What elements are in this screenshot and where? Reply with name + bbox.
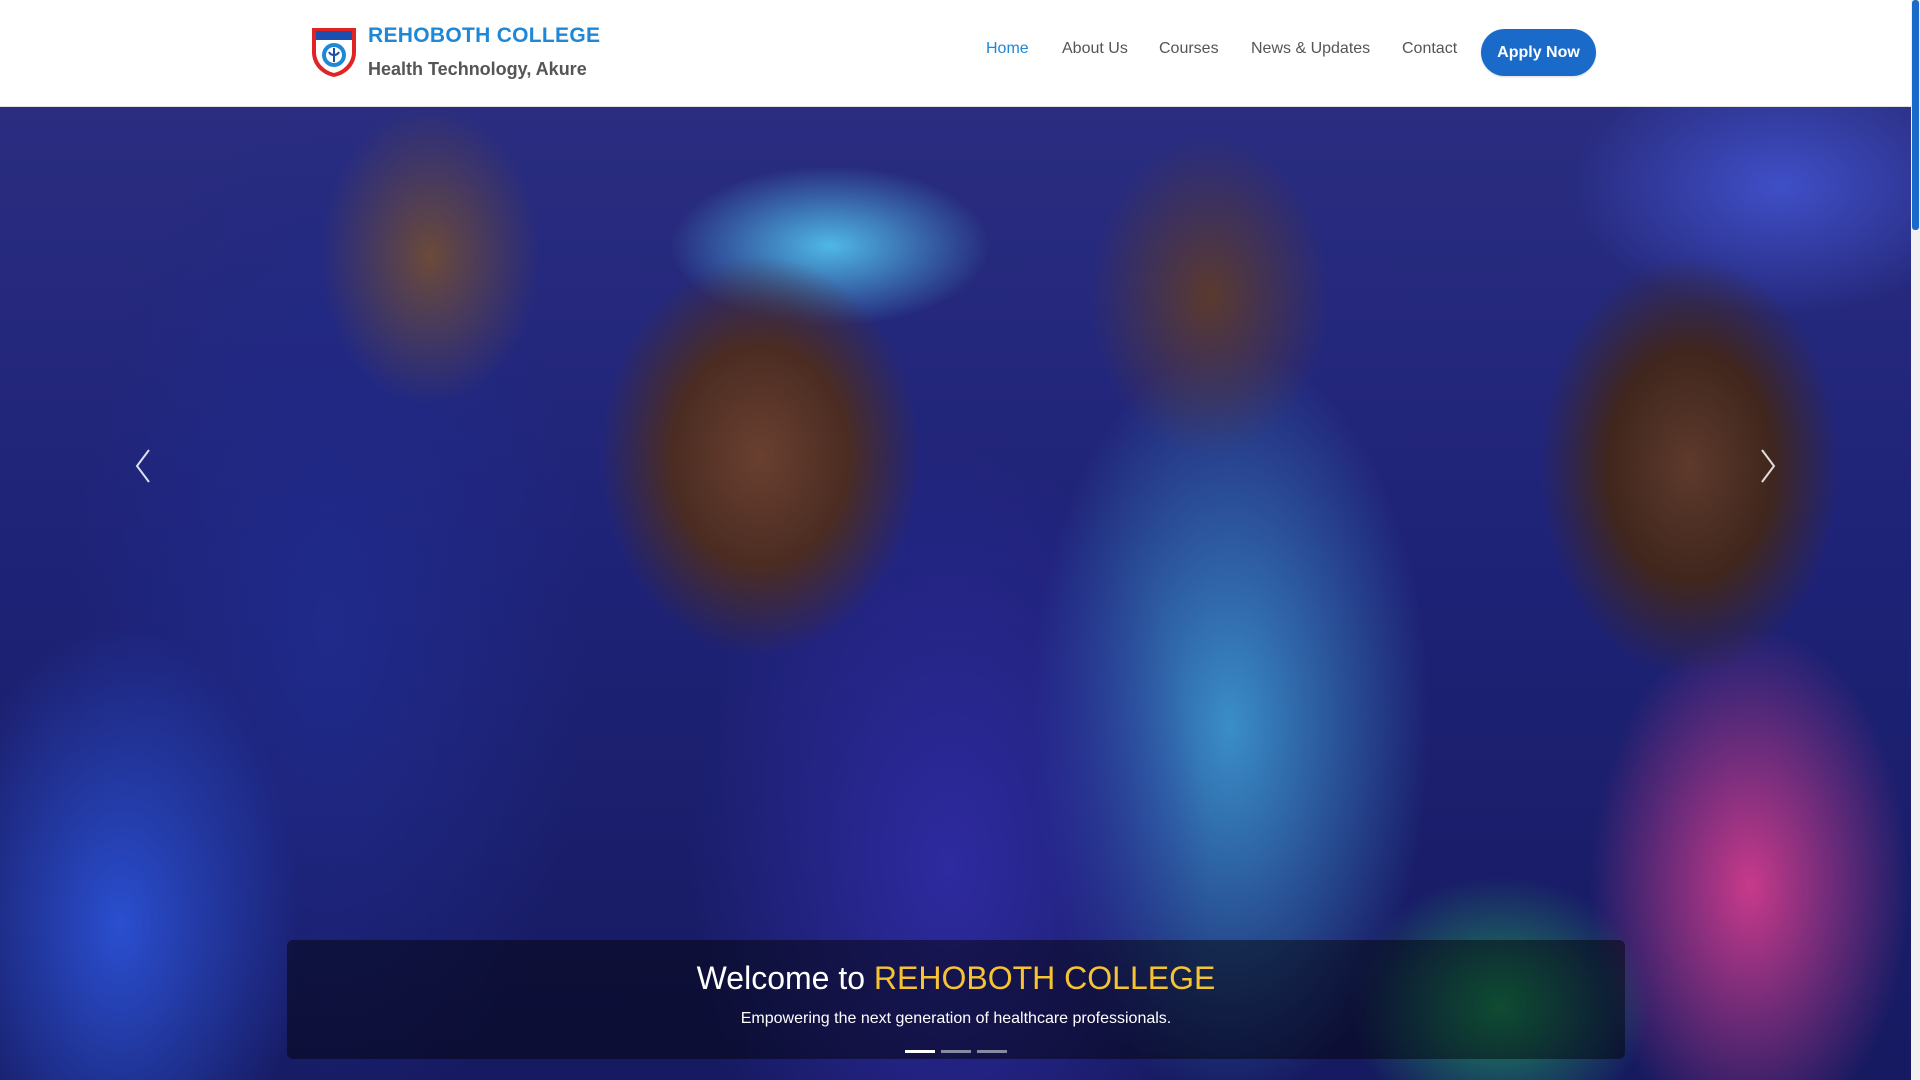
brand-subtitle: Health Technology, Akure <box>368 59 587 79</box>
carousel-indicators <box>905 1050 1015 1054</box>
caption-subtitle: Empowering the next generation of health… <box>740 1010 1172 1027</box>
carousel-indicator-1[interactable] <box>905 1050 935 1053</box>
caption-prefix: Welcome to <box>696 960 874 996</box>
carousel-prev-button[interactable] <box>123 440 163 492</box>
nav-home[interactable]: Home <box>986 40 1029 58</box>
nav-about-us[interactable]: About Us <box>1062 40 1128 58</box>
apply-now-button[interactable]: Apply Now <box>1481 29 1596 76</box>
carousel-next-button[interactable] <box>1748 440 1788 492</box>
carousel-indicator-2[interactable] <box>941 1050 971 1053</box>
slide-caption: Welcome to REHOBOTH COLLEGE Empowering t… <box>287 940 1625 1059</box>
main-nav: Home About Us Courses News & Updates Con… <box>0 40 1911 60</box>
carousel-indicator-3[interactable] <box>977 1050 1007 1053</box>
hero-slide-image <box>0 106 1911 1080</box>
nav-contact[interactable]: Contact <box>1402 40 1457 58</box>
scrollbar-thumb[interactable] <box>1912 0 1919 230</box>
caption-highlight: REHOBOTH COLLEGE <box>873 960 1216 996</box>
nav-news-updates[interactable]: News & Updates <box>1251 40 1370 58</box>
hero-carousel: Welcome to REHOBOTH COLLEGE Empowering t… <box>0 106 1911 1080</box>
chevron-right-icon <box>1761 449 1776 483</box>
caption-title: Welcome to REHOBOTH COLLEGE <box>287 960 1625 997</box>
site-header: REHOBOTH COLLEGE Health Technology, Akur… <box>0 0 1911 107</box>
nav-courses[interactable]: Courses <box>1159 40 1219 58</box>
chevron-left-icon <box>135 449 150 483</box>
page-scrollbar[interactable] <box>1911 0 1920 1080</box>
